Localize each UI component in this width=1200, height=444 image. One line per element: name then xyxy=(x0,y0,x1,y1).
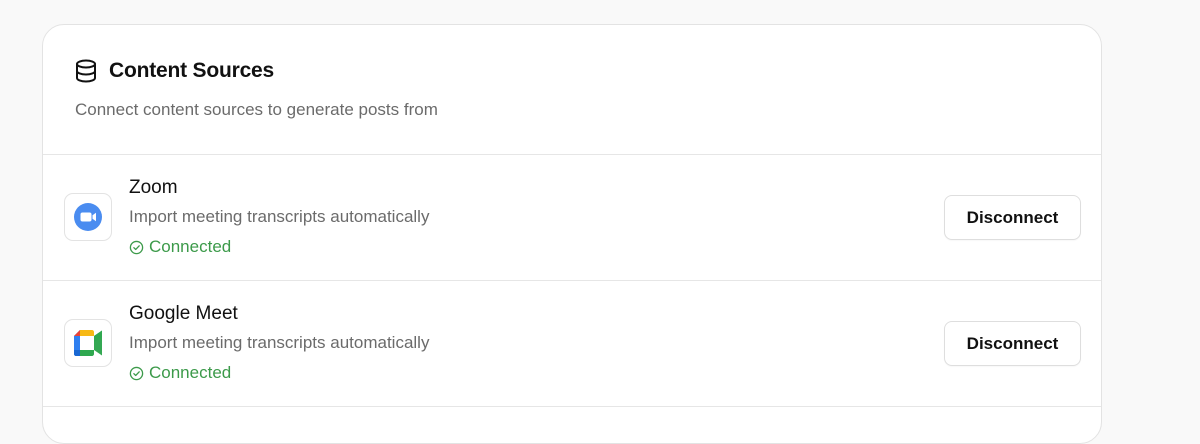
source-description: Import meeting transcripts automatically xyxy=(129,207,430,226)
disconnect-zoom-button[interactable]: Disconnect xyxy=(944,195,1081,240)
card-title-row: Content Sources xyxy=(75,59,274,83)
check-circle-icon xyxy=(129,240,144,254)
source-name: Google Meet xyxy=(129,303,238,324)
card-title: Content Sources xyxy=(109,59,275,82)
source-row-zoom: Zoom Import meeting transcripts automati… xyxy=(43,155,1101,281)
content-sources-card: Content Sources Connect content sources … xyxy=(42,24,1102,444)
zoom-logo-icon xyxy=(64,193,112,241)
status-connected: Connected xyxy=(129,363,231,383)
status-label: Connected xyxy=(149,363,232,382)
source-row-google-meet: Google Meet Import meeting transcripts a… xyxy=(43,281,1101,407)
card-header: Content Sources Connect content sources … xyxy=(43,25,1101,155)
google-meet-logo-icon xyxy=(64,319,112,367)
source-name: Zoom xyxy=(129,177,178,198)
check-circle-icon xyxy=(129,366,144,380)
database-icon xyxy=(75,59,97,83)
disconnect-google-meet-button[interactable]: Disconnect xyxy=(944,321,1081,366)
status-connected: Connected xyxy=(129,237,231,257)
source-description: Import meeting transcripts automatically xyxy=(129,333,430,352)
card-subtitle: Connect content sources to generate post… xyxy=(75,100,438,119)
status-label: Connected xyxy=(149,237,232,256)
